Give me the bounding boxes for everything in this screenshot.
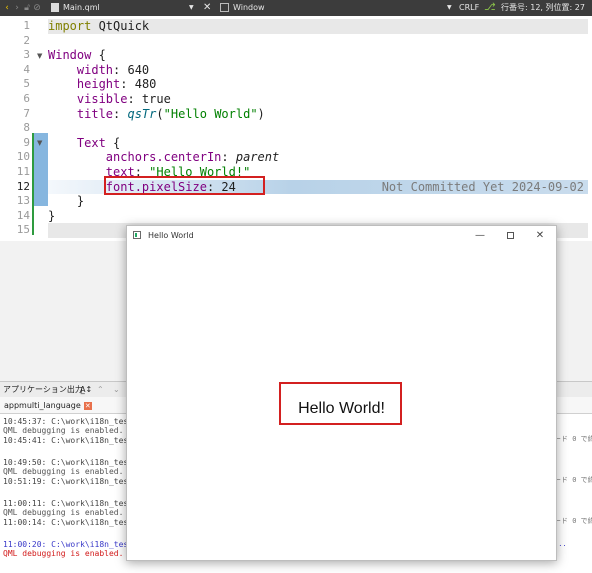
symbol-dropdown-icon[interactable]: ▼ xyxy=(447,0,452,16)
code-line: visible: true xyxy=(76,92,171,106)
symbol-selector[interactable]: Window xyxy=(220,0,265,16)
line-number: 7 xyxy=(23,106,30,120)
line-number: 3 xyxy=(23,48,30,62)
line-number: 10 xyxy=(16,150,30,164)
highlight-box xyxy=(279,382,402,425)
fold-toggle-icon[interactable]: ▼ xyxy=(37,52,42,60)
output-line: QML debugging is enabled. xyxy=(3,508,124,517)
output-line: QML debugging is enabled. xyxy=(3,467,124,476)
file-selector[interactable]: Main.qml xyxy=(51,0,201,16)
output-line-tail: ード 0 で終 xyxy=(554,476,592,484)
code-line: title: qsTr("Hello World") xyxy=(76,106,265,121)
output-line: 10:45:41: C:\work\i18n_tes xyxy=(3,436,129,445)
window-title-bar[interactable]: Hello World — ✕ xyxy=(127,226,556,245)
close-icon[interactable]: ✕ xyxy=(527,226,553,245)
close-icon[interactable]: ✕ xyxy=(83,401,92,410)
code-line: import QtQuick xyxy=(48,19,588,34)
line-number: 12 xyxy=(16,179,30,193)
line-number: 11 xyxy=(16,165,30,178)
line-number-gutter: 1 2 3 4 5 6 7 8 9 10 11 12 13 14 15 ▼ ▼ xyxy=(0,16,48,240)
line-number: 2 xyxy=(23,33,30,47)
maximize-icon[interactable] xyxy=(497,226,523,245)
back-icon[interactable]: ‹ xyxy=(2,0,12,16)
output-tab[interactable]: appmulti_language ✕ xyxy=(4,399,92,412)
chevron-up-icon[interactable]: ⌃ xyxy=(97,382,104,398)
output-line: 11:00:20: C:\work\i18n_tes xyxy=(3,540,129,549)
line-number: 15 xyxy=(16,223,30,237)
symbol-name: Window xyxy=(233,3,265,12)
line-ending-selector[interactable]: CRLF xyxy=(459,0,479,16)
output-line-tail: ード 0 で終 xyxy=(554,435,592,443)
cursor-position[interactable]: 行番号: 12, 列位置: 27 xyxy=(501,0,585,16)
output-line: 10:49:50: C:\work\i18n_tes xyxy=(3,458,129,467)
symbol-icon xyxy=(220,3,229,12)
editor-toolbar: ‹ › 🔓︎ ⊘ Main.qml ▼ ✕ Window ▼ CRLF ⎇ 行番号: … xyxy=(0,0,592,16)
hello-world-window[interactable]: Hello World — ✕ Hello World! xyxy=(126,225,557,561)
blame-annotation: Not Committed Yet 2024-09-02 xyxy=(381,179,584,194)
fold-toggle-icon[interactable]: ▼ xyxy=(37,139,42,147)
app-icon xyxy=(133,231,141,239)
split-icon[interactable]: ⊘ xyxy=(32,0,42,16)
output-line: 10:45:37: C:\work\i18n_tes xyxy=(3,417,129,426)
output-pane-title: アプリケーション出力 xyxy=(3,385,83,394)
font-size-icon[interactable]: A̲↕ xyxy=(80,382,92,398)
output-line: 10:51:19: C:\work\i18n_tes xyxy=(3,477,129,486)
lock-icon[interactable]: 🔓︎ xyxy=(22,0,32,16)
vcs-branch-icon[interactable]: ⎇ xyxy=(484,0,496,16)
code-line: } xyxy=(48,208,56,223)
code-line: Text { xyxy=(76,135,121,150)
chevron-down-icon[interactable]: ⌄ xyxy=(113,382,120,398)
line-number: 8 xyxy=(23,121,30,135)
minimize-icon[interactable]: — xyxy=(467,226,493,245)
nav-buttons: ‹ › 🔓︎ ⊘ xyxy=(2,0,46,16)
file-dropdown-icon[interactable]: ▼ xyxy=(189,0,194,16)
code-line: } xyxy=(48,194,85,209)
line-number: 1 xyxy=(23,19,30,32)
line-number: 9 xyxy=(23,135,30,149)
output-line: 11:00:11: C:\work\i18n_tes xyxy=(3,499,129,508)
code-line: width: 640 xyxy=(76,62,150,77)
file-icon xyxy=(51,3,59,12)
code-line: Window { xyxy=(48,48,106,63)
highlight-box xyxy=(104,176,265,195)
line-number: 4 xyxy=(23,62,30,76)
close-document-icon[interactable]: ✕ xyxy=(203,0,211,16)
forward-icon[interactable]: › xyxy=(12,0,22,16)
window-content: Hello World! xyxy=(127,245,556,560)
window-title: Hello World xyxy=(148,231,194,240)
file-name: Main.qml xyxy=(63,3,100,12)
line-number: 14 xyxy=(16,208,30,222)
output-tab-label: appmulti_language xyxy=(4,401,81,410)
output-line: 11:00:14: C:\work\i18n_tes xyxy=(3,518,129,527)
output-line-tail: ード 0 で終 xyxy=(554,517,592,525)
output-line: QML debugging is enabled. xyxy=(3,549,124,558)
output-line: QML debugging is enabled. xyxy=(3,426,124,435)
code-line: anchors.centerIn: parent xyxy=(105,150,280,165)
line-number: 6 xyxy=(23,92,30,105)
code-line: height: 480 xyxy=(76,77,157,92)
line-number: 13 xyxy=(16,194,30,208)
line-number: 5 xyxy=(23,77,30,91)
